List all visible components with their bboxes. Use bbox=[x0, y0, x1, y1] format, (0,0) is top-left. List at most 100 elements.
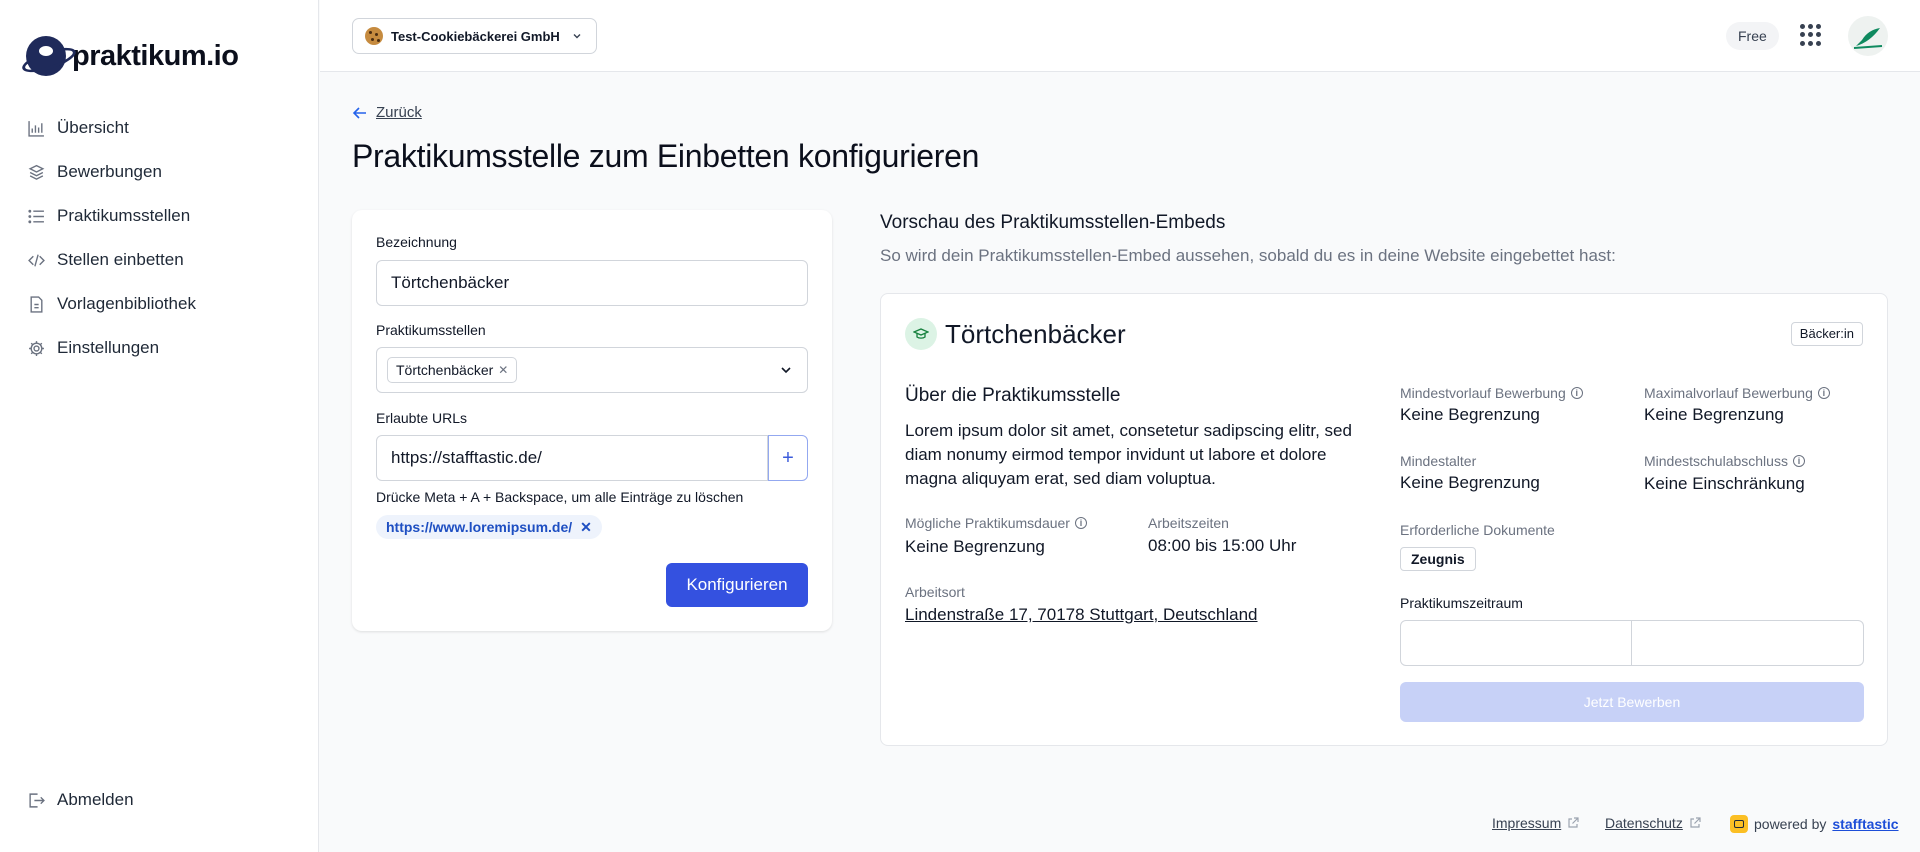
sidebar-item-praktikumsstellen[interactable]: Praktikumsstellen bbox=[28, 194, 196, 238]
datenschutz-link[interactable]: Datenschutz bbox=[1605, 815, 1701, 831]
embed-preview: Törtchenbäcker Bäcker:in Über die Prakti… bbox=[880, 293, 1888, 746]
add-url-button[interactable]: + bbox=[768, 435, 808, 481]
hours-value: 08:00 bis 15:00 Uhr bbox=[1148, 536, 1297, 555]
min-school-label: Mindestschulabschluss i bbox=[1644, 453, 1805, 469]
stafftastic-link[interactable]: stafftastic bbox=[1832, 816, 1898, 832]
period-label: Praktikumszeitraum bbox=[1400, 595, 1523, 611]
plan-badge: Free bbox=[1726, 22, 1779, 50]
external-link-icon bbox=[1568, 817, 1579, 828]
remove-chip-icon[interactable]: ✕ bbox=[498, 363, 508, 377]
info-icon[interactable]: i bbox=[1817, 387, 1830, 399]
name-label: Bezeichnung bbox=[376, 234, 457, 250]
job-description: Lorem ipsum dolor sit amet, consetetur s… bbox=[905, 421, 1352, 488]
company-switcher[interactable]: Test-Cookiebäckerei GmbH bbox=[352, 18, 597, 54]
position-chip: Törtchenbäcker ✕ bbox=[387, 357, 518, 383]
min-school-value: Keine Einschränkung bbox=[1644, 474, 1805, 493]
bar-chart-icon bbox=[28, 120, 45, 137]
external-link-icon bbox=[1690, 817, 1701, 828]
min-lead-label: Mindestvorlauf Bewerbung i bbox=[1400, 385, 1583, 401]
datenschutz-label: Datenschutz bbox=[1605, 815, 1683, 831]
hours-label: Arbeitszeiten bbox=[1148, 515, 1229, 531]
leaf-avatar-icon bbox=[1853, 28, 1883, 49]
url-chip: https://www.loremipsum.de/ ✕ bbox=[376, 515, 602, 539]
sidebar-item-label: Praktikumsstellen bbox=[57, 206, 191, 225]
min-lead-label-text: Mindestvorlauf Bewerbung bbox=[1400, 385, 1566, 401]
sidebar: praktikum.io Übersicht Bewerbungen Prakt… bbox=[0, 0, 319, 852]
sidebar-nav: Übersicht Bewerbungen Praktikumsstellen … bbox=[28, 106, 196, 370]
arrow-left-icon bbox=[352, 106, 366, 119]
configure-button[interactable]: Konfigurieren bbox=[666, 563, 808, 607]
logout-label: Abmelden bbox=[57, 790, 134, 809]
graduation-cap-icon bbox=[905, 318, 937, 350]
positions-label: Praktikumsstellen bbox=[376, 322, 486, 338]
url-chip-label: https://www.loremipsum.de/ bbox=[386, 519, 573, 535]
location-link[interactable]: Lindenstraße 17, 70178 Stuttgart, Deutsc… bbox=[905, 605, 1258, 625]
period-start-input[interactable] bbox=[1400, 620, 1632, 666]
plus-icon: + bbox=[782, 446, 794, 469]
logo-text: praktikum.io bbox=[72, 39, 239, 72]
avatar[interactable] bbox=[1848, 16, 1888, 56]
url-input-value: https://stafftastic.de/ bbox=[391, 448, 542, 467]
logout-icon bbox=[28, 792, 45, 809]
sidebar-item-bewerbungen[interactable]: Bewerbungen bbox=[28, 150, 196, 194]
duration-label-text: Mögliche Praktikumsdauer bbox=[905, 515, 1070, 531]
duration-label: Mögliche Praktikumsdauer i bbox=[905, 515, 1087, 531]
min-school-label-text: Mindestschulabschluss bbox=[1644, 453, 1788, 469]
gear-icon bbox=[28, 340, 45, 357]
job-title: Törtchenbäcker bbox=[945, 319, 1126, 349]
min-age-label: Mindestalter bbox=[1400, 453, 1477, 469]
list-icon bbox=[28, 208, 45, 225]
url-input[interactable]: https://stafftastic.de/ bbox=[376, 435, 768, 481]
sidebar-item-stellen-einbetten[interactable]: Stellen einbetten bbox=[28, 238, 196, 282]
max-lead-label: Maximalvorlauf Bewerbung i bbox=[1644, 385, 1830, 401]
info-icon[interactable]: i bbox=[1074, 517, 1087, 529]
sidebar-item-label: Bewerbungen bbox=[57, 162, 162, 181]
chevron-down-icon[interactable] bbox=[779, 363, 793, 377]
sidebar-item-label: Übersicht bbox=[57, 118, 129, 137]
period-end-input[interactable] bbox=[1632, 620, 1864, 666]
cookie-icon bbox=[365, 27, 383, 45]
preview-subtitle: So wird dein Praktikumsstellen-Embed aus… bbox=[880, 246, 1616, 265]
info-icon[interactable]: i bbox=[1570, 387, 1583, 399]
clear-hint: Drücke Meta + A + Backspace, um alle Ein… bbox=[376, 489, 744, 505]
sidebar-item-label: Stellen einbetten bbox=[57, 250, 184, 269]
min-age-value: Keine Begrenzung bbox=[1400, 473, 1540, 492]
docs-label: Erforderliche Dokumente bbox=[1400, 522, 1555, 538]
name-input-value: Törtchenbäcker bbox=[391, 273, 510, 292]
sidebar-item-uebersicht[interactable]: Übersicht bbox=[28, 106, 196, 150]
planet-logo-icon bbox=[26, 36, 66, 76]
code-icon bbox=[28, 252, 45, 269]
config-form: Bezeichnung Törtchenbäcker Praktikumsste… bbox=[352, 210, 832, 631]
back-label: Zurück bbox=[376, 104, 422, 121]
remove-url-icon[interactable]: ✕ bbox=[580, 519, 592, 536]
info-icon[interactable]: i bbox=[1792, 455, 1805, 467]
duration-value: Keine Begrenzung bbox=[905, 537, 1045, 556]
powered-by: powered by stafftastic bbox=[1730, 815, 1899, 833]
apps-grid-icon[interactable] bbox=[1800, 24, 1822, 46]
topbar: Test-Cookiebäckerei GmbH Free bbox=[320, 0, 1920, 72]
positions-select[interactable]: Törtchenbäcker ✕ bbox=[376, 347, 808, 393]
logout-button[interactable]: Abmelden bbox=[28, 778, 134, 822]
file-icon bbox=[28, 295, 45, 313]
impressum-label: Impressum bbox=[1492, 815, 1562, 831]
back-link[interactable]: Zurück bbox=[352, 104, 422, 121]
preview-title: Vorschau des Praktikumsstellen-Embeds bbox=[880, 212, 1226, 233]
sidebar-item-label: Vorlagenbibliothek bbox=[57, 294, 196, 313]
about-title: Über die Praktikumsstelle bbox=[905, 385, 1121, 406]
name-input[interactable]: Törtchenbäcker bbox=[376, 260, 808, 306]
logo[interactable]: praktikum.io bbox=[26, 36, 239, 76]
chevron-down-icon bbox=[573, 34, 581, 39]
powered-by-label: powered by bbox=[1754, 816, 1827, 832]
location-label: Arbeitsort bbox=[905, 584, 965, 600]
max-lead-label-text: Maximalvorlauf Bewerbung bbox=[1644, 385, 1813, 401]
job-category-badge: Bäcker:in bbox=[1790, 322, 1863, 346]
company-name: Test-Cookiebäckerei GmbH bbox=[391, 28, 560, 44]
apply-button[interactable]: Jetzt Bewerben bbox=[1400, 682, 1864, 722]
impressum-link[interactable]: Impressum bbox=[1492, 815, 1579, 831]
page-title: Praktikumsstelle zum Einbetten konfiguri… bbox=[352, 138, 980, 174]
min-lead-value: Keine Begrenzung bbox=[1400, 405, 1540, 424]
doc-badge: Zeugnis bbox=[1400, 547, 1476, 571]
sidebar-item-vorlagenbibliothek[interactable]: Vorlagenbibliothek bbox=[28, 282, 196, 326]
position-chip-label: Törtchenbäcker bbox=[396, 362, 494, 378]
sidebar-item-einstellungen[interactable]: Einstellungen bbox=[28, 326, 196, 370]
